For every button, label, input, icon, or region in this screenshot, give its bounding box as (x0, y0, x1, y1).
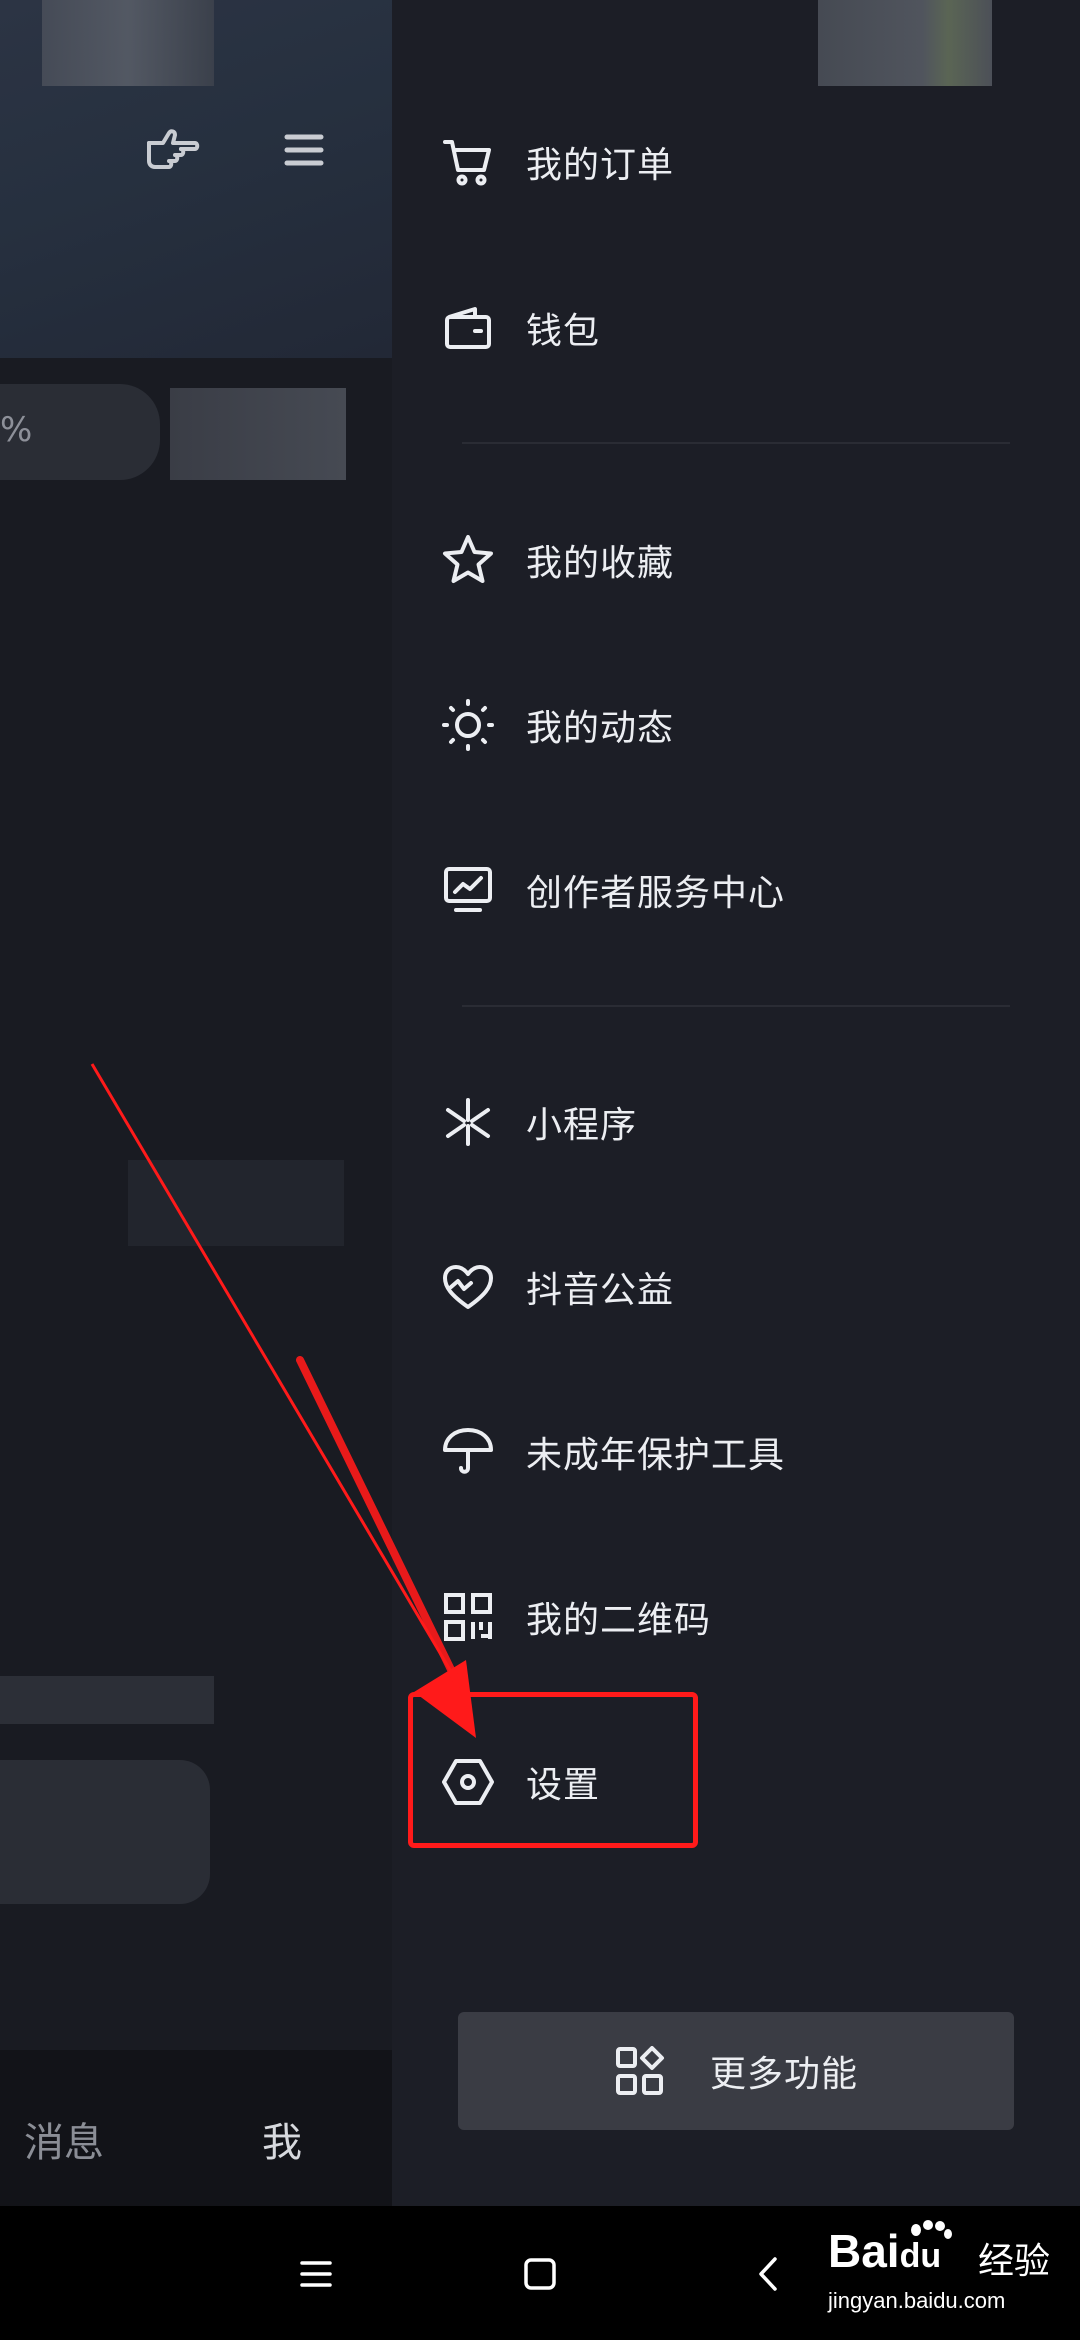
baidu-jingyan-watermark: Baidu 经验 jingyan.baidu.com (828, 2220, 1068, 2334)
home-icon[interactable] (510, 2244, 570, 2304)
watermark-url: jingyan.baidu.com (828, 2288, 1006, 2313)
watermark-product: 经验 (978, 2241, 1051, 2282)
annotation-arrow (90, 1063, 476, 1738)
recent-apps-icon[interactable] (286, 2244, 346, 2304)
back-icon[interactable] (738, 2244, 798, 2304)
paw-logo-icon (911, 2220, 952, 2239)
